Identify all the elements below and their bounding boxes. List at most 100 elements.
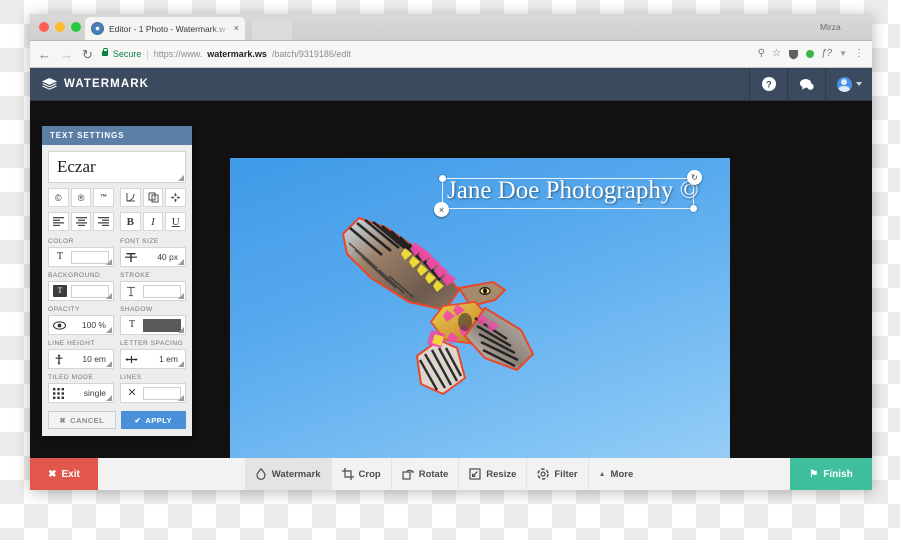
stroke-swatch[interactable] <box>143 284 181 298</box>
tab-more[interactable]: ▲ More <box>589 458 644 490</box>
background-swatch[interactable] <box>71 284 109 298</box>
letter-spacing-label: LETTER SPACING <box>120 340 184 347</box>
delete-watermark-icon[interactable]: × <box>434 202 449 217</box>
line-height-field: LINE HEIGHT 10 em <box>48 340 114 369</box>
watermark-text[interactable]: Jane Doe Photography © <box>447 177 699 205</box>
shadow-swatch[interactable] <box>143 318 181 332</box>
resize-corner-icon <box>106 293 112 299</box>
lock-icon <box>101 48 109 56</box>
bold-button[interactable]: B <box>120 212 141 231</box>
background-control[interactable]: T <box>48 281 114 301</box>
insert-copyright-button[interactable]: © <box>48 188 69 207</box>
photo-canvas[interactable]: Jane Doe Photography © ↻ × <box>230 158 730 490</box>
italic-button[interactable]: I <box>142 212 164 231</box>
browser-toolbar: ← → ↻ Secure | https://www. watermark.ws /… <box>30 41 872 68</box>
resize-corner-icon <box>106 259 112 265</box>
color-control[interactable]: T <box>48 247 114 267</box>
header-actions: ? <box>749 68 872 100</box>
eye-icon <box>53 320 67 330</box>
insert-trademark-button[interactable]: ™ <box>93 188 115 207</box>
font-family-select[interactable]: Eczar <box>48 151 186 183</box>
chevron-extension-icon[interactable]: ▼ <box>839 50 847 58</box>
font-size-control[interactable]: 40 px <box>120 247 186 267</box>
minimize-window-button[interactable] <box>55 22 65 32</box>
align-right-icon[interactable] <box>93 212 115 231</box>
bookmark-star-icon[interactable]: ☆ <box>772 49 781 59</box>
duplicate-icon[interactable] <box>142 188 164 207</box>
back-button[interactable]: ← <box>38 48 51 61</box>
close-tab-icon[interactable]: × <box>234 24 239 33</box>
insert-registered-button[interactable]: ® <box>70 188 92 207</box>
resize-handle-bottom-right[interactable] <box>690 205 697 212</box>
resize-corner-icon <box>178 175 184 181</box>
search-icon[interactable]: ⚲ <box>758 49 765 59</box>
opacity-field: OPACITY 100 % <box>48 306 114 335</box>
address-bar[interactable]: Secure | https://www. watermark.ws/batch/… <box>101 46 749 63</box>
move-icon[interactable] <box>165 188 187 207</box>
underline-button[interactable]: U <box>165 212 187 231</box>
new-tab-button[interactable] <box>252 20 292 40</box>
lines-swatch[interactable] <box>143 386 181 400</box>
line-height-value: 10 em <box>82 354 106 364</box>
apply-button[interactable]: ✔ APPLY <box>120 411 186 429</box>
exit-button[interactable]: ✖ Exit <box>30 458 98 490</box>
tab-rotate[interactable]: Rotate <box>392 458 460 490</box>
opacity-control[interactable]: 100 % <box>48 315 114 335</box>
rotate-icon <box>402 468 414 480</box>
browser-menu-icon[interactable]: ⋮ <box>854 49 864 59</box>
shield-extension-icon[interactable] <box>788 49 799 60</box>
background-label: BACKGROUND <box>48 272 101 279</box>
align-left-icon[interactable] <box>48 212 69 231</box>
lines-control[interactable]: ✕ <box>120 383 186 403</box>
text-shadow-icon: T <box>128 319 136 330</box>
brand[interactable]: WATERMARK <box>30 77 149 91</box>
reload-button[interactable]: ↻ <box>82 48 93 61</box>
resize-handle-top-left[interactable] <box>439 175 446 182</box>
browser-tab[interactable]: Editor - 1 Photo - Watermark.w × <box>85 17 245 40</box>
chat-button[interactable] <box>787 68 825 100</box>
url-scheme: https://www. <box>153 49 203 59</box>
tab-watermark[interactable]: Watermark <box>244 458 332 490</box>
align-center-icon[interactable] <box>70 212 92 231</box>
close-x-icon: ✕ <box>127 386 137 399</box>
watermark-selection[interactable]: Jane Doe Photography © ↻ × <box>434 170 702 217</box>
green-dot-extension-icon[interactable] <box>805 50 814 58</box>
exit-label: Exit <box>61 468 80 480</box>
rotate-handle-icon[interactable]: ↻ <box>687 170 702 185</box>
flag-icon: ⚑ <box>809 468 819 480</box>
script-extension-icon[interactable]: ƒ? <box>821 49 832 59</box>
tab-title: Editor - 1 Photo - Watermark.w <box>109 23 226 34</box>
tab-crop[interactable]: Crop <box>332 458 392 490</box>
tab-resize[interactable]: Resize <box>459 458 528 490</box>
panel-actions: ✖ CANCEL ✔ APPLY <box>48 411 186 429</box>
stroke-label: STROKE <box>120 272 151 279</box>
user-menu-button[interactable] <box>825 68 872 100</box>
caret-up-icon: ▲ <box>598 470 606 478</box>
stroke-control[interactable] <box>120 281 186 301</box>
tab-rotate-label: Rotate <box>418 468 449 480</box>
close-window-button[interactable] <box>39 22 49 32</box>
color-label: COLOR <box>48 238 74 245</box>
help-button[interactable]: ? <box>749 68 787 100</box>
color-swatch[interactable] <box>71 250 109 264</box>
bottom-toolbar: ✖ Exit Watermark Crop Rotate Resize Filt… <box>30 458 872 490</box>
line-height-control[interactable]: 10 em <box>48 349 114 369</box>
avatar <box>836 76 852 92</box>
line-height-icon <box>53 353 67 365</box>
finish-button[interactable]: ⚑ Finish <box>790 458 872 490</box>
rotate-icon[interactable] <box>120 188 141 207</box>
maximize-window-button[interactable] <box>71 22 81 32</box>
window-controls[interactable] <box>39 22 81 32</box>
cancel-button[interactable]: ✖ CANCEL <box>48 411 116 429</box>
tiled-mode-field: TILED MODE single <box>48 374 114 403</box>
resize-corner-icon <box>106 395 112 401</box>
letter-spacing-control[interactable]: 1 em <box>120 349 186 369</box>
tab-filter[interactable]: Filter <box>527 458 589 490</box>
font-size-label: FONT SIZE <box>120 238 159 245</box>
apply-label: APPLY <box>145 415 172 425</box>
os-profile-name[interactable]: Mirza <box>820 22 841 32</box>
shadow-control[interactable]: T <box>120 315 186 335</box>
resize-corner-icon <box>178 395 184 401</box>
tiled-mode-control[interactable]: single <box>48 383 114 403</box>
